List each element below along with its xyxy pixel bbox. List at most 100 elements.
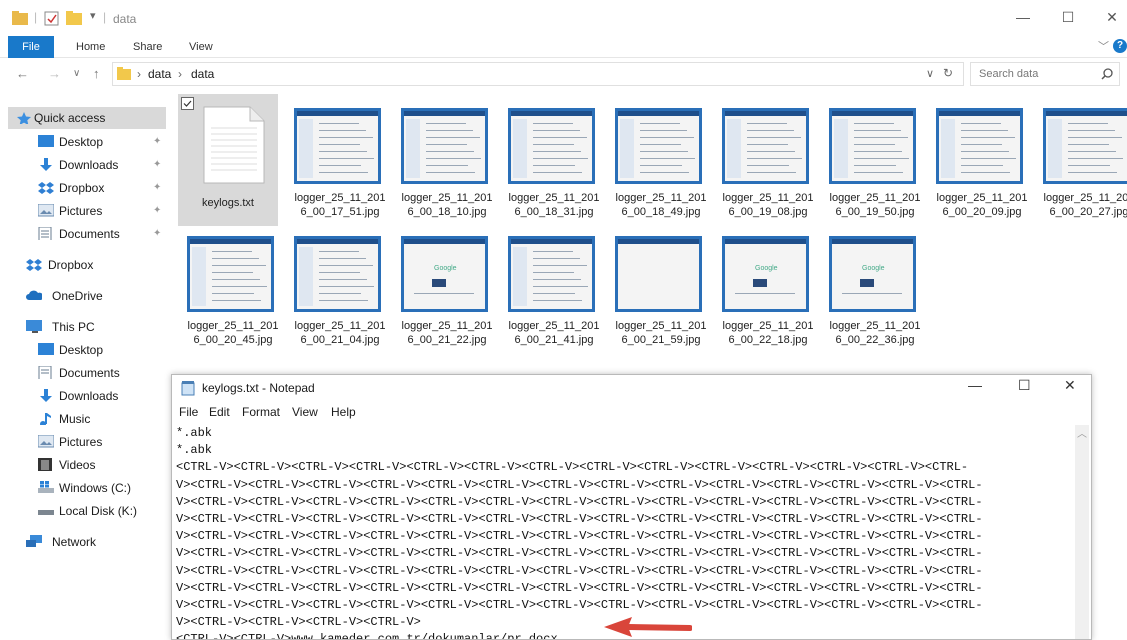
recent-locations-icon[interactable]: ∨: [73, 68, 80, 79]
file-item-image[interactable]: Google logger_25_11_201 6_00_22_36.jpg: [820, 222, 920, 354]
sidebar-item-windows-drive[interactable]: Windows (C:): [8, 477, 166, 499]
file-name: logger_25_11_201 6_00_19_08.jpg: [722, 192, 814, 218]
pin-icon[interactable]: ✦: [153, 131, 161, 153]
sidebar-item-pictures[interactable]: Pictures ✦: [8, 200, 166, 222]
sidebar-item-documents[interactable]: Documents ✦: [8, 223, 166, 245]
file-item-image[interactable]: logger_25_11_201 6_00_17_51.jpg: [285, 94, 385, 226]
minimize-button[interactable]: —: [1008, 6, 1038, 28]
new-folder-icon[interactable]: [66, 11, 82, 25]
sidebar-label: This PC: [52, 320, 95, 334]
address-dropdown-icon[interactable]: ∨: [926, 67, 934, 80]
sidebar-label: Pictures: [59, 204, 103, 218]
sidebar-item-network[interactable]: Network: [8, 531, 166, 553]
navigation-pane: Quick access Desktop ✦ Downloads ✦ Dropb…: [0, 96, 168, 640]
text-line: <CTRL-V><CTRL-V><CTRL-V><CTRL-V><CTRL-V>…: [176, 460, 969, 475]
ribbon-tabs: File Home Share View ﹀ ?: [0, 34, 1127, 58]
sidebar-item-pc-pictures[interactable]: Pictures: [8, 431, 166, 453]
tab-file[interactable]: File: [8, 36, 54, 58]
folder-icon: [12, 11, 28, 25]
breadcrumb-item[interactable]: data: [148, 67, 171, 81]
sidebar-label: Desktop: [59, 343, 104, 357]
notepad-close-button[interactable]: ✕: [1064, 377, 1076, 394]
image-thumbnail: [722, 108, 809, 184]
file-item-image[interactable]: logger_25_11_201 6_00_21_04.jpg: [285, 222, 385, 354]
menu-edit[interactable]: Edit: [209, 405, 230, 419]
search-box[interactable]: Search data: [970, 62, 1120, 86]
file-item-image[interactable]: logger_25_11_201 6_00_21_59.jpg: [606, 222, 706, 354]
file-item-text[interactable]: keylogs.txt: [178, 94, 278, 226]
file-item-image[interactable]: logger_25_11_201 6_00_20_45.jpg: [178, 222, 278, 354]
sidebar-item-this-pc[interactable]: This PC: [8, 316, 166, 338]
checkbox-icon[interactable]: [181, 97, 194, 110]
search-input[interactable]: Search data: [979, 68, 1038, 80]
notepad-minimize-button[interactable]: —: [968, 377, 982, 393]
file-item-image[interactable]: logger_25_11_201 6_00_21_41.jpg: [499, 222, 599, 354]
address-bar[interactable]: › data › data ∨ ↻: [112, 62, 964, 86]
file-item-image[interactable]: logger_25_11_201 6_00_20_27.jpg: [1034, 94, 1127, 226]
notepad-maximize-button[interactable]: ☐: [1018, 377, 1031, 394]
sidebar-item-onedrive[interactable]: OneDrive: [8, 285, 166, 307]
drive-icon: [38, 510, 54, 515]
image-thumbnail: [936, 108, 1023, 184]
notepad-icon: [181, 381, 195, 396]
help-icon[interactable]: ?: [1113, 39, 1127, 53]
image-thumbnail: Google: [722, 236, 809, 312]
sidebar-item-pc-documents[interactable]: Documents: [8, 362, 166, 384]
refresh-icon[interactable]: ↻: [943, 66, 953, 80]
file-item-image[interactable]: logger_25_11_201 6_00_19_50.jpg: [820, 94, 920, 226]
close-button[interactable]: ✕: [1097, 6, 1127, 28]
menu-view[interactable]: View: [292, 405, 318, 419]
file-item-image[interactable]: logger_25_11_201 6_00_20_09.jpg: [927, 94, 1027, 226]
file-item-image[interactable]: logger_25_11_201 6_00_18_31.jpg: [499, 94, 599, 226]
expand-ribbon-icon[interactable]: ﹀: [1098, 38, 1109, 56]
pin-icon[interactable]: ✦: [153, 177, 161, 199]
menu-file[interactable]: File: [179, 405, 198, 419]
documents-icon: [38, 227, 52, 240]
back-button[interactable]: ←: [16, 66, 29, 81]
tab-home[interactable]: Home: [76, 38, 105, 56]
tab-share[interactable]: Share: [133, 38, 162, 56]
notepad-window[interactable]: keylogs.txt - Notepad — ☐ ✕ File Edit Fo…: [171, 374, 1092, 640]
sidebar-item-videos[interactable]: Videos: [8, 454, 166, 476]
sidebar-item-music[interactable]: Music: [8, 408, 166, 430]
text-line: V><CTRL-V><CTRL-V><CTRL-V><CTRL-V><CTRL-…: [176, 494, 983, 509]
breadcrumb-separator: ›: [178, 67, 182, 81]
text-file-icon: [203, 106, 265, 184]
properties-icon[interactable]: [44, 11, 59, 26]
folder-icon: [117, 67, 131, 80]
file-item-image[interactable]: Google logger_25_11_201 6_00_22_18.jpg: [713, 222, 813, 354]
pin-icon[interactable]: ✦: [153, 200, 161, 222]
sidebar-item-local-disk[interactable]: Local Disk (K:): [8, 500, 166, 522]
sidebar-item-pc-desktop[interactable]: Desktop: [8, 339, 166, 361]
text-line: V><CTRL-V><CTRL-V><CTRL-V><CTRL-V><CTRL-…: [176, 529, 983, 544]
sidebar-item-desktop[interactable]: Desktop ✦: [8, 131, 166, 153]
customize-quick-access-icon[interactable]: ▾: [90, 9, 96, 22]
sidebar-item-dropbox-pinned[interactable]: Dropbox ✦: [8, 177, 166, 199]
up-button[interactable]: ↑: [93, 66, 100, 81]
address-row: ← → ∨ ↑ › data › data ∨ ↻ Search data: [0, 60, 1127, 88]
forward-button[interactable]: →: [48, 66, 61, 81]
menu-help[interactable]: Help: [331, 405, 356, 419]
desktop-icon: [38, 343, 54, 355]
menu-format[interactable]: Format: [242, 405, 280, 419]
sidebar-label: Desktop: [59, 135, 104, 149]
window-title: data: [113, 12, 137, 26]
file-name: logger_25_11_201 6_00_18_10.jpg: [401, 192, 493, 218]
sidebar-item-dropbox[interactable]: Dropbox: [8, 254, 166, 276]
pin-icon[interactable]: ✦: [153, 223, 161, 245]
file-item-image[interactable]: logger_25_11_201 6_00_19_08.jpg: [713, 94, 813, 226]
breadcrumb-item[interactable]: data: [191, 67, 214, 81]
file-item-image[interactable]: Google logger_25_11_201 6_00_21_22.jpg: [392, 222, 492, 354]
sidebar-item-quick-access[interactable]: Quick access: [8, 107, 166, 129]
tab-view[interactable]: View: [189, 38, 213, 56]
notepad-text-area[interactable]: *.abk *.abk <CTRL-V><CTRL-V><CTRL-V><CTRL-…: [176, 425, 1072, 639]
file-name: logger_25_11_201 6_00_21_04.jpg: [294, 320, 386, 346]
text-line: *.abk: [176, 443, 213, 458]
vertical-scrollbar[interactable]: ︿: [1075, 425, 1089, 639]
file-item-image[interactable]: logger_25_11_201 6_00_18_10.jpg: [392, 94, 492, 226]
sidebar-item-pc-downloads[interactable]: Downloads: [8, 385, 166, 407]
file-item-image[interactable]: logger_25_11_201 6_00_18_49.jpg: [606, 94, 706, 226]
maximize-button[interactable]: ☐: [1053, 6, 1083, 28]
sidebar-item-downloads[interactable]: Downloads ✦: [8, 154, 166, 176]
pin-icon[interactable]: ✦: [153, 154, 161, 176]
